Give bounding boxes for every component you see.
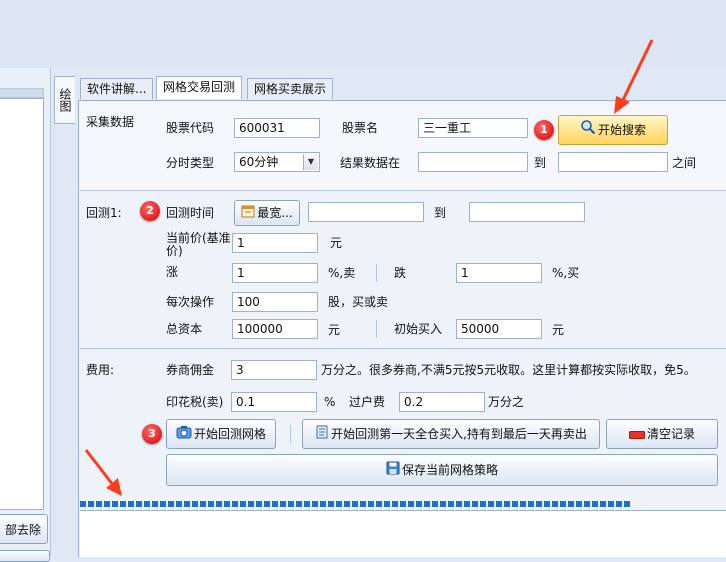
annotation-arrows	[84, 39, 654, 496]
arrow-to-search	[614, 39, 654, 114]
arrow-to-progress	[84, 449, 122, 496]
